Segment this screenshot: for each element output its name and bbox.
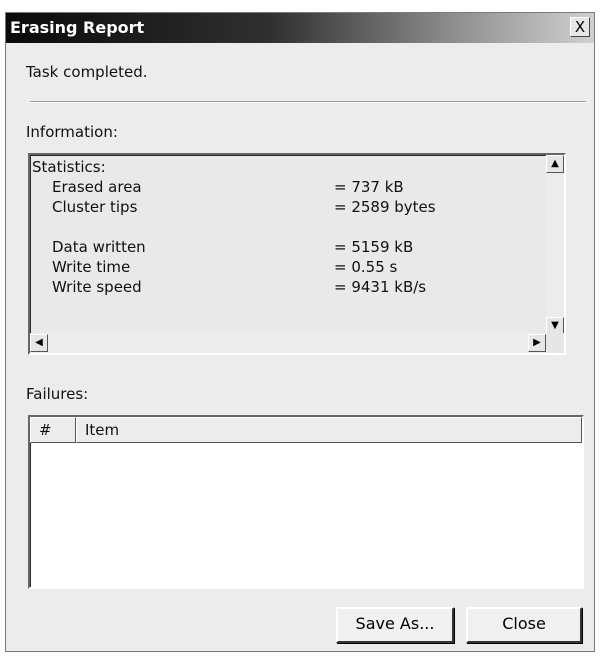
stat-name: Erased area [52, 178, 142, 196]
scroll-up-icon[interactable]: ▲ [546, 155, 564, 173]
stat-value: = 2589 bytes [334, 198, 436, 216]
close-icon[interactable]: X [570, 17, 590, 37]
stat-value: = 737 kB [334, 178, 404, 196]
scroll-right-icon[interactable]: ▶ [528, 334, 546, 352]
stat-name: Data written [52, 238, 146, 256]
save-as-button[interactable]: Save As... [336, 607, 454, 643]
stat-value: = 0.55 s [334, 258, 398, 276]
horizontal-scrollbar[interactable]: ◀ ▶ [30, 333, 546, 353]
statistics-text-area[interactable]: Statistics: Erased area = 737 kB Cluster… [28, 153, 566, 355]
stat-name: Write time [52, 258, 131, 276]
information-label: Information: [26, 123, 118, 141]
stat-value: = 5159 kB [334, 238, 414, 256]
column-header-number[interactable]: # [30, 417, 76, 443]
scroll-left-icon[interactable]: ◀ [30, 334, 48, 352]
window-title: Erasing Report [10, 18, 145, 37]
failures-label: Failures: [26, 385, 89, 403]
separator [30, 101, 586, 103]
scrollbar-corner [546, 333, 564, 353]
erasing-report-dialog: Erasing Report X Task completed. Informa… [5, 12, 595, 652]
column-header-item[interactable]: Item [76, 417, 582, 443]
title-bar[interactable]: Erasing Report X [6, 13, 594, 43]
vertical-scrollbar[interactable]: ▲ ▼ [546, 155, 564, 335]
stat-name: Write speed [52, 278, 142, 296]
stat-value: = 9431 kB/s [334, 278, 427, 296]
status-text: Task completed. [26, 63, 148, 81]
failures-list[interactable]: # Item [28, 415, 584, 589]
close-button[interactable]: Close [466, 607, 582, 643]
statistics-heading: Statistics: [32, 158, 106, 176]
stat-name: Cluster tips [52, 198, 138, 216]
